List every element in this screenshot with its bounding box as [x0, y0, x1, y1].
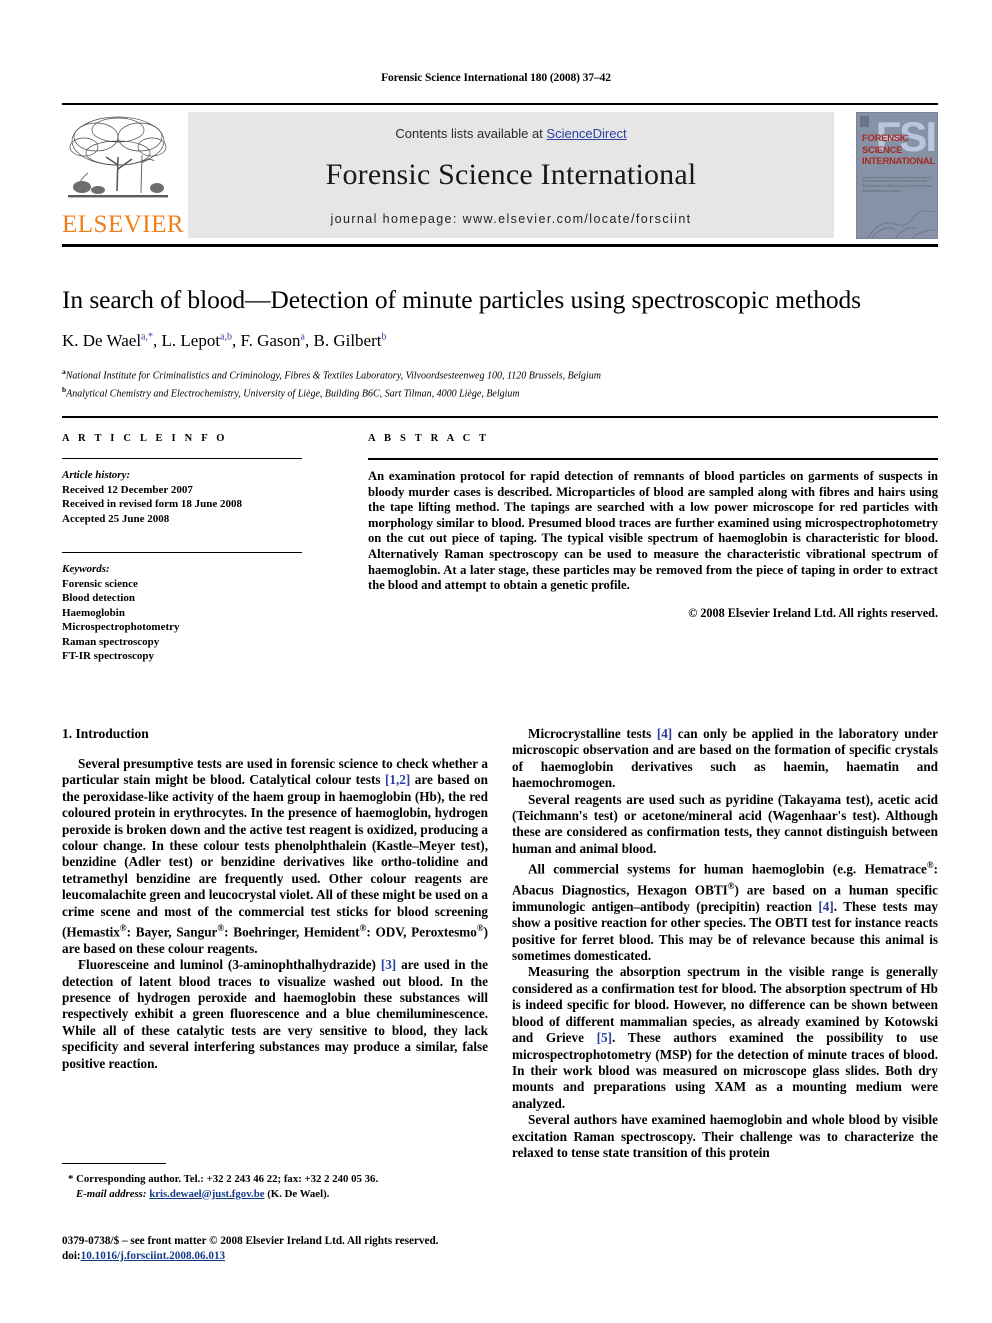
- citation-ref[interactable]: [4]: [657, 726, 672, 741]
- cover-journal-title: FORENSIC SCIENCE INTERNATIONAL: [862, 133, 935, 168]
- author-name: F. Gason: [240, 331, 301, 350]
- abstract-block: A B S T R A C T An examination protocol …: [368, 433, 938, 621]
- masthead-bottom-rule: [62, 244, 938, 247]
- article-history-item: Received 12 December 2007: [62, 483, 193, 496]
- affiliation-item: aNational Institute for Criminalistics a…: [62, 365, 938, 383]
- article-history-item: Accepted 25 June 2008: [62, 512, 170, 525]
- masthead-top-rule: [62, 103, 938, 105]
- body-columns: 1. Introduction Several presumptive test…: [62, 726, 938, 1246]
- abstract-rule: [368, 458, 938, 460]
- article-title: In search of blood—Detection of minute p…: [62, 285, 861, 314]
- author-entry: K. De Waela,*: [62, 331, 153, 350]
- body-column-left: 1. Introduction Several presumptive test…: [62, 726, 488, 1072]
- footnote-rule: [62, 1163, 166, 1164]
- author-name: L. Lepot: [161, 331, 221, 350]
- author-entry: B. Gilbertb: [313, 331, 386, 350]
- paper-page: Forensic Science International 180 (2008…: [0, 0, 992, 1323]
- body-paragraph: Several authors have examined haemoglobi…: [512, 1112, 938, 1160]
- citation-ref[interactable]: [1,2]: [385, 772, 410, 787]
- elsevier-wordmark: ELSEVIER: [62, 211, 185, 238]
- cover-title-line-3: INTERNATIONAL: [862, 156, 935, 167]
- keyword-item: Forensic science: [62, 577, 138, 590]
- author-entry: F. Gasona: [241, 331, 305, 350]
- author-list: K. De Waela,*, L. Lepota,b, F. Gasona, B…: [62, 331, 387, 350]
- article-info-rule: [62, 458, 302, 459]
- author-marks: b: [381, 331, 387, 343]
- citation-ref[interactable]: [3]: [381, 957, 396, 972]
- doi-line: doi:10.1016/j.forsciint.2008.06.013: [62, 1249, 502, 1264]
- affiliation-list: aNational Institute for Criminalistics a…: [62, 365, 938, 401]
- body-paragraph: Several presumptive tests are used in fo…: [62, 756, 488, 956]
- keyword-item: Haemoglobin: [62, 606, 125, 619]
- journal-homepage[interactable]: journal homepage: www.elsevier.com/locat…: [188, 212, 834, 226]
- running-head: Forensic Science International 180 (2008…: [381, 72, 611, 84]
- affiliation-item: bAnalytical Chemistry and Electrochemist…: [62, 383, 938, 401]
- abstract-text: An examination protocol for rapid detect…: [368, 469, 938, 593]
- author-name: B. Gilbert: [313, 331, 382, 350]
- journal-cover-thumbnail: FSI FORENSIC SCIENCE INTERNATIONAL An In…: [856, 112, 938, 239]
- citation-ref[interactable]: [4]: [818, 899, 833, 914]
- cover-illustration-svg: [867, 210, 936, 238]
- body-paragraph: Microcrystalline tests [4] can only be a…: [512, 726, 938, 791]
- body-paragraph: Several reagents are used such as pyridi…: [512, 791, 938, 856]
- email-label: E-mail address:: [76, 1187, 147, 1200]
- keyword-item: Microspectrophotometry: [62, 621, 180, 633]
- email-link[interactable]: kris.dewael@just.fgov.be: [149, 1188, 264, 1200]
- author-marks: a: [300, 331, 305, 343]
- body-paragraph: Measuring the absorption spectrum in the…: [512, 964, 938, 1111]
- corresponding-author-note: * Corresponding author. Tel.: +32 2 243 …: [68, 1173, 379, 1185]
- abstract-copyright: © 2008 Elsevier Ireland Ltd. All rights …: [688, 605, 938, 620]
- affiliation-text: Analytical Chemistry and Electrochemistr…: [66, 388, 520, 400]
- cover-subtitle: An International Journal Dedicated to th…: [862, 179, 932, 193]
- doi-link[interactable]: 10.1016/j.forsciint.2008.06.013: [81, 1250, 226, 1262]
- keyword-item: Raman spectroscopy: [62, 635, 160, 648]
- article-info-heading: A R T I C L E I N F O: [62, 433, 228, 444]
- cover-title-line-1: FORENSIC: [862, 133, 909, 144]
- title-block: In search of blood—Detection of minute p…: [62, 285, 938, 401]
- cover-illustration: [863, 198, 937, 238]
- keywords-label: Keywords:: [62, 563, 110, 575]
- body-paragraph: All commercial systems for human haemogl…: [512, 860, 938, 964]
- doi-label: doi:: [62, 1249, 81, 1262]
- author-marks: a,b: [220, 331, 232, 343]
- section-heading-introduction: 1. Introduction: [62, 726, 149, 741]
- email-owner: (K. De Wael).: [267, 1187, 330, 1200]
- cover-title-line-2: SCIENCE: [862, 144, 903, 156]
- abstract-section-top-rule: [62, 416, 938, 418]
- elsevier-tree-icon: [62, 111, 174, 211]
- article-history-label: Article history:: [62, 469, 131, 481]
- keyword-item: FT-IR spectroscopy: [62, 650, 154, 662]
- contents-available-line: Contents lists available at ScienceDirec…: [188, 126, 834, 141]
- keywords-rule: [62, 552, 302, 553]
- article-info-block: A R T I C L E I N F O Article history: R…: [62, 433, 302, 664]
- issn-front-matter: 0379-0738/$ – see front matter © 2008 El…: [62, 1235, 439, 1247]
- footnote-block: * Corresponding author. Tel.: +32 2 243 …: [62, 1172, 488, 1201]
- author-name: K. De Wael: [62, 331, 142, 350]
- imprint-block: 0379-0738/$ – see front matter © 2008 El…: [62, 1234, 502, 1263]
- keyword-item: Blood detection: [62, 592, 136, 604]
- abstract-heading: A B S T R A C T: [368, 433, 490, 444]
- body-column-right: Microcrystalline tests [4] can only be a…: [512, 726, 938, 1161]
- email-note: E-mail address: kris.dewael@just.fgov.be…: [62, 1187, 488, 1202]
- cover-divider: [862, 177, 930, 178]
- sciencedirect-panel: Contents lists available at ScienceDirec…: [188, 112, 834, 238]
- contents-prefix: Contents lists available at: [395, 126, 547, 141]
- journal-masthead: ELSEVIER Contents lists available at Sci…: [62, 103, 938, 247]
- elsevier-tree-svg: [68, 116, 168, 198]
- affiliation-text: National Institute for Criminalistics an…: [65, 370, 601, 382]
- author-entry: L. Lepota,b: [162, 331, 233, 350]
- author-marks: a,*: [141, 331, 153, 343]
- citation-ref[interactable]: [5]: [597, 1030, 612, 1045]
- elsevier-logo: ELSEVIER: [62, 111, 185, 238]
- sciencedirect-link[interactable]: ScienceDirect: [546, 126, 626, 141]
- article-history-item: Received in revised form 18 June 2008: [62, 498, 243, 510]
- body-paragraph: Fluoresceine and luminol (3-aminophthalh…: [62, 957, 488, 1071]
- cover-corner-mark: [860, 116, 869, 127]
- journal-title: Forensic Science International: [325, 158, 697, 191]
